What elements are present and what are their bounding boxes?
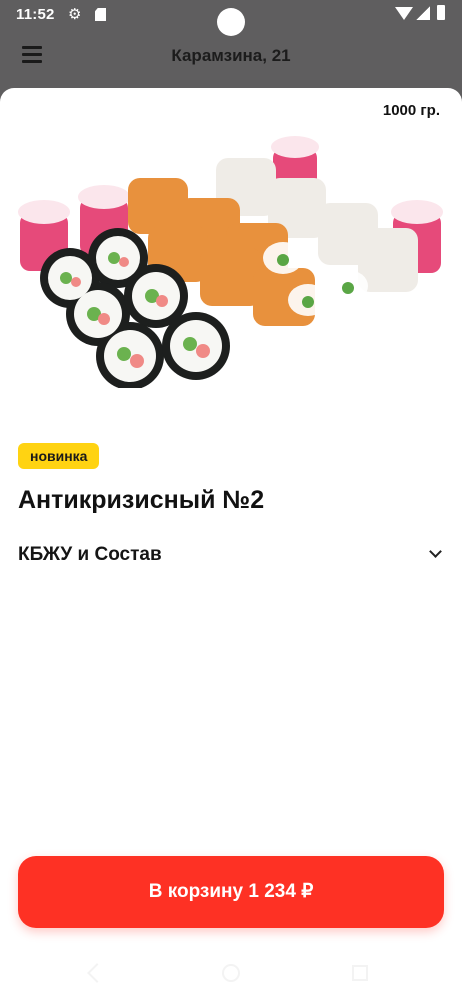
sushi-set-image bbox=[18, 136, 443, 388]
hamburger-menu-icon[interactable] bbox=[22, 46, 42, 64]
battery-icon bbox=[437, 5, 445, 20]
back-icon[interactable] bbox=[87, 963, 107, 983]
delivery-address[interactable]: Карамзина, 21 bbox=[0, 46, 462, 66]
wifi-icon bbox=[395, 7, 413, 20]
system-nav-bar bbox=[0, 946, 462, 1000]
gear-icon: ⚙ bbox=[68, 6, 82, 23]
composition-label: КБЖУ и Состав bbox=[18, 544, 162, 565]
signal-icon bbox=[416, 6, 430, 20]
recent-apps-icon[interactable] bbox=[352, 965, 368, 981]
status-time: 11:52 bbox=[16, 6, 55, 23]
product-title: Антикризисный №2 bbox=[18, 486, 265, 514]
composition-toggle[interactable]: КБЖУ и Состав bbox=[18, 544, 444, 572]
status-bar: 11:52 ⚙ bbox=[0, 0, 462, 36]
sd-card-icon bbox=[95, 8, 106, 21]
product-sheet: 1000 гр. новинка Антикризисный №2 КБЖУ и… bbox=[0, 88, 462, 946]
new-badge: новинка bbox=[18, 443, 100, 469]
add-to-cart-button[interactable]: В корзину 1 234 ₽ bbox=[18, 856, 444, 928]
home-icon[interactable] bbox=[222, 964, 240, 982]
top-bar: Карамзина, 21 bbox=[0, 30, 462, 85]
product-weight: 1000 гр. bbox=[382, 102, 440, 119]
chevron-down-icon[interactable] bbox=[429, 545, 442, 558]
